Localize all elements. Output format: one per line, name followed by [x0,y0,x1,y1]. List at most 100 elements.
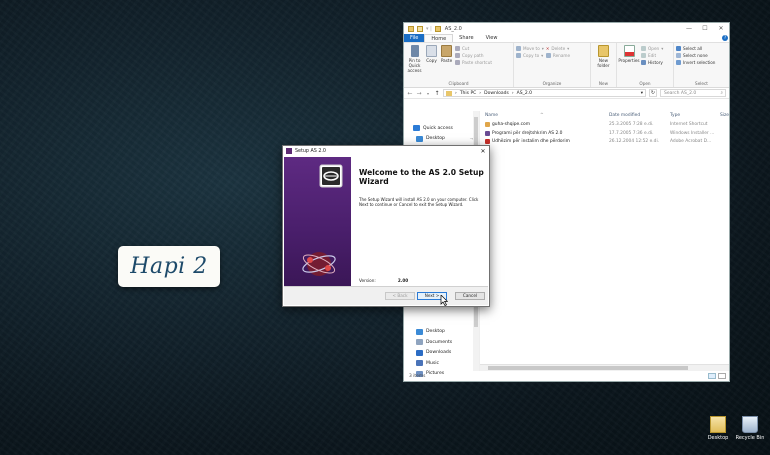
new-folder-quick-icon[interactable] [417,25,423,32]
file-name: Programi për drejtshkrim AS 2.0 [492,130,563,136]
properties-icon [623,45,635,57]
move-to-icon [516,46,521,51]
version-label: Version: [359,278,376,283]
column-header-date[interactable]: Date modified [609,113,640,118]
step-label-card: Hapi 2 [118,246,220,287]
move-to-button[interactable]: Move to ▾ [516,46,544,51]
desktop-folder-icon [710,416,726,433]
edit-button[interactable]: Edit [641,53,663,58]
properties-quick-icon[interactable] [408,25,414,32]
nav-item[interactable]: Desktop [404,327,479,337]
clipboard-group-label: Clipboard [448,81,469,86]
address-dropdown-icon[interactable]: ▾ [641,91,643,96]
copy-icon [426,45,437,57]
desktop-shortcut[interactable]: Desktop [701,416,735,441]
desktop-icon [416,328,423,335]
file-name: guha-shqipe.com [492,122,530,127]
back-arrow-icon[interactable]: ← [407,90,413,97]
select-group-label: Select [695,81,708,86]
paste-icon [441,45,452,57]
nav-item[interactable]: Quick access [404,123,479,133]
horizontal-scrollbar-thumb[interactable] [488,366,688,370]
nav-item[interactable]: Desktop ⊸ [404,134,479,144]
column-header-size[interactable]: Size [720,113,729,118]
cut-button[interactable]: Cut [455,46,492,51]
organize-group-label: Organize [542,81,562,86]
rename-icon [545,53,551,58]
tab-share[interactable]: Share [453,34,479,42]
nav-item[interactable]: Documents [404,337,479,347]
desktop-icon [416,135,423,142]
setup-app-icon [286,148,292,154]
help-button[interactable]: ? [721,34,729,42]
copy-to-button[interactable]: Copy to ▾ [516,53,544,58]
copy-path-icon [455,53,460,58]
history-icon [641,60,646,65]
minimize-button[interactable]: — [681,25,697,32]
select-all-icon [676,46,681,51]
mouse-cursor-icon [440,295,448,306]
version-value: 2.00 [397,278,409,283]
tab-view[interactable]: View [480,34,504,42]
paste-shortcut-button[interactable]: Paste shortcut [455,60,492,65]
rename-button[interactable]: Rename [545,53,570,58]
clipboard-group: Pin to Quick access Copy Paste Cut Copy … [404,43,514,87]
back-button[interactable]: < Back [385,292,415,300]
pin-icon: ⊸ [469,136,473,142]
pdf-icon [485,139,490,145]
refresh-icon[interactable]: ↻ [649,89,657,97]
recycle-bin-label: Recycle Bin [735,435,765,441]
column-headers: Name ^ Date modified Type Size [480,111,729,120]
cancel-button[interactable]: Cancel [455,292,485,300]
column-header-type[interactable]: Type [670,113,680,118]
column-header-name[interactable]: Name [485,113,498,118]
details-view-icon[interactable] [708,373,716,379]
setup-banner [284,157,351,288]
setup-banner-art [302,164,343,276]
nav-item[interactable]: Downloads [404,348,479,358]
nav-item-label: Quick access [423,125,453,131]
file-row[interactable]: Udhëzim për instalim dhe përdorim 26.12.2… [480,138,729,147]
horizontal-scrollbar[interactable] [480,364,729,371]
select-none-button[interactable]: Select none [676,53,715,58]
step-label: Hapi 2 [130,254,208,279]
internet-shortcut-icon [485,122,490,127]
setup-version-row: Version: 2.00 [359,278,408,283]
select-none-icon [676,53,681,58]
file-row[interactable]: guha-shqipe.com 25.3.2005 7:28 e.di. Inter… [480,121,729,130]
breadcrumb-downloads[interactable]: Downloads [484,91,509,96]
delete-button[interactable]: ✕ Delete ▾ [546,46,570,51]
forward-arrow-icon[interactable]: → [416,90,422,97]
file-row[interactable]: Programi për drejtshkrim AS 2.0 17.7.2005… [480,130,729,139]
documents-icon [416,339,423,346]
maximize-button[interactable]: ☐ [697,25,713,32]
status-bar: 3 items [404,371,729,381]
copy-path-button[interactable]: Copy path [455,53,492,58]
nav-item-label: Documents [426,339,453,345]
setup-title: Setup AS 2.0 [295,148,326,154]
open-button[interactable]: Open ▾ [641,46,663,51]
address-bar[interactable]: › This PC › Downloads › AS_2.0 ▾ [443,89,646,97]
invert-selection-button[interactable]: Invert selection [676,60,715,65]
large-icons-view-icon[interactable] [718,373,726,379]
select-all-button[interactable]: Select all [676,46,715,51]
close-button[interactable]: ✕ [713,25,729,32]
ribbon: Pin to Quick access Copy Paste Cut Copy … [404,43,729,88]
tab-home[interactable]: Home [424,34,454,42]
breadcrumb-this-pc[interactable]: This PC [460,91,476,96]
setup-close-icon[interactable]: ✕ [477,148,489,155]
breadcrumb-as20[interactable]: AS_2.0 [517,91,532,96]
up-arrow-icon[interactable]: ↑ [434,90,440,97]
open-icon [641,46,646,51]
recycle-bin-shortcut[interactable]: Recycle Bin [733,416,767,441]
customize-toolbar-icon[interactable]: ▾ | [426,26,432,32]
nav-item[interactable]: Music [404,358,479,368]
file-type: Adobe Acrobat D... [670,139,712,145]
item-count: 3 items [409,373,426,379]
tab-file[interactable]: File [404,34,425,42]
setup-dialog: Setup AS 2.0 ✕ Welcome to the AS 2.0 Set… [282,145,490,307]
history-button[interactable]: History [641,60,663,65]
search-input[interactable]: Search AS_2.0 ⌕ [660,89,726,97]
nav-item-label: Desktop [426,136,445,142]
recent-locations-icon[interactable]: ▾ [425,91,431,96]
